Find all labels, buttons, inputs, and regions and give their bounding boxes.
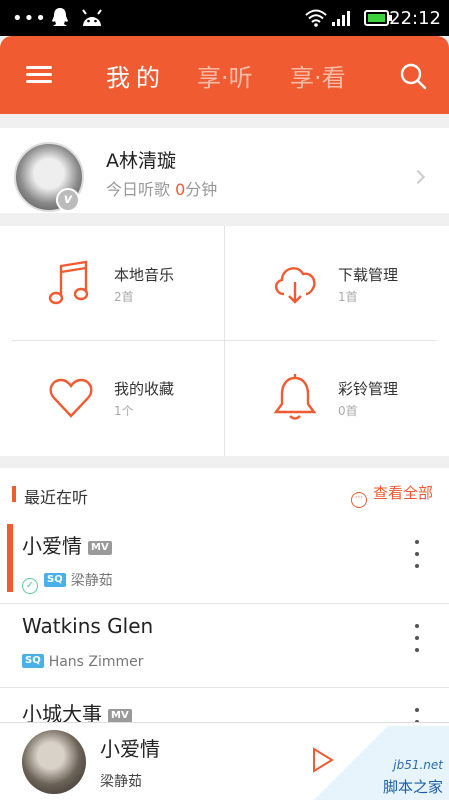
today-listen-time: 今日听歌 0分钟: [106, 176, 217, 200]
tab-mine[interactable]: 我的: [106, 58, 166, 93]
today-prefix: 今日听歌: [106, 180, 176, 199]
song-artist: Hans Zimmer: [48, 654, 144, 670]
watermark: jb51.net 脚本之家: [305, 726, 449, 800]
song-meta: SQ Hans Zimmer: [22, 654, 144, 670]
more-vertical-icon[interactable]: [415, 540, 421, 576]
qq-icon: [52, 8, 68, 26]
mv-badge: MV: [108, 709, 132, 723]
mv-badge: MV: [88, 541, 112, 555]
more-vertical-icon[interactable]: [415, 624, 421, 660]
watermark-url: jb51.net: [393, 758, 443, 772]
battery-icon: [364, 10, 392, 26]
tab-watch[interactable]: 享·看: [290, 58, 346, 93]
song-title-line: 小爱情 MV: [22, 530, 112, 559]
grid-label: 彩铃管理: [338, 380, 399, 398]
library-grid: 本地音乐 2首 下载管理 1首 我的收藏 1个 彩铃管理 0首: [0, 226, 449, 456]
today-suffix: 分钟: [185, 180, 218, 199]
bell-icon: [273, 374, 317, 420]
heart-icon: [49, 378, 93, 418]
app-header: 我的 享·听 享·看: [0, 36, 449, 114]
grid-label: 我的收藏: [114, 380, 175, 398]
player-artist: 梁静茹: [100, 774, 142, 790]
sq-badge: SQ: [22, 654, 44, 668]
grid-my-favorites[interactable]: 我的收藏 1个: [0, 340, 224, 454]
grid-count: 1个: [114, 404, 134, 418]
song-row[interactable]: 小爱情 MV ✓ SQ 梁静茹: [0, 520, 449, 604]
more-circle-icon: ···: [350, 492, 367, 508]
grid-local-music[interactable]: 本地音乐 2首: [0, 226, 224, 340]
section-accent-bar: [12, 486, 16, 502]
cloud-download-icon: [275, 267, 316, 304]
view-all-label: 查看全部: [372, 484, 433, 502]
grid-label: 下载管理: [338, 266, 399, 284]
song-meta: ✓ SQ 梁静茹: [22, 570, 113, 594]
song-title: 小爱情: [22, 534, 82, 558]
song-title: Watkins Glen: [22, 614, 154, 638]
view-all-button[interactable]: ··· 查看全部: [350, 482, 433, 508]
music-note-icon: [48, 260, 89, 305]
song-row[interactable]: Watkins Glen SQ Hans Zimmer: [0, 604, 449, 688]
album-cover[interactable]: [22, 730, 86, 794]
recent-section: 最近在听 ··· 查看全部 小爱情 MV ✓ SQ 梁静茹 Watkins Glen S…: [0, 468, 449, 728]
status-bar: ••• 22:12: [0, 0, 449, 36]
android-icon: [82, 9, 102, 26]
watermark-name: 脚本之家: [382, 778, 443, 796]
today-minutes: 0: [175, 180, 186, 199]
grid-count: 2首: [114, 290, 134, 304]
grid-label: 本地音乐: [114, 266, 175, 284]
player-song-title: 小爱情: [100, 737, 160, 761]
status-time: 22:12: [389, 8, 441, 29]
playing-indicator: [7, 524, 13, 592]
grid-count: 0首: [338, 404, 358, 418]
tab-listen[interactable]: 享·听: [197, 58, 253, 93]
search-icon[interactable]: [399, 62, 427, 90]
grid-count: 1首: [338, 290, 358, 304]
v-badge-icon: v: [56, 188, 80, 212]
check-icon: ✓: [22, 578, 38, 594]
signal-icon: [332, 11, 350, 26]
grid-ringtone-manager[interactable]: 彩铃管理 0首: [224, 340, 448, 454]
chevron-right-icon: [410, 169, 426, 185]
song-title-line: Watkins Glen: [22, 614, 153, 638]
profile-card[interactable]: v A林清璇 今日听歌 0分钟: [0, 128, 449, 213]
sq-badge: SQ: [44, 573, 66, 587]
wifi-icon: [305, 9, 327, 27]
song-artist: 梁静茹: [70, 573, 113, 589]
profile-name: A林清璇: [106, 150, 176, 172]
menu-icon[interactable]: [26, 66, 52, 84]
recent-title: 最近在听: [24, 488, 89, 507]
status-dots: •••: [12, 8, 47, 29]
grid-download-manager[interactable]: 下载管理 1首: [224, 226, 448, 340]
